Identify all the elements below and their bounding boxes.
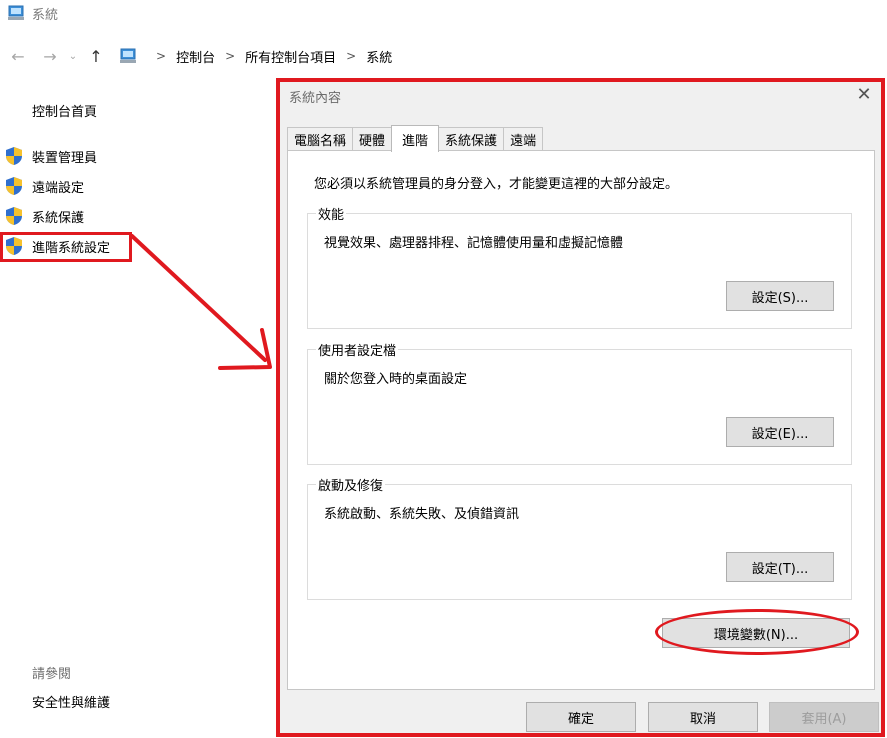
window-title: 系統 — [32, 7, 59, 23]
group-legend: 啟動及修復 — [316, 475, 386, 494]
user-profiles-settings-button[interactable]: 設定(E)... — [726, 417, 834, 447]
environment-variables-button[interactable]: 環境變數(N)... — [662, 618, 850, 648]
breadcrumb-control-panel[interactable]: 控制台 — [176, 47, 215, 66]
tab-system-protection[interactable]: 系統保護 — [438, 127, 505, 151]
admin-notice: 您必須以系統管理員的身分登入，才能變更這裡的大部分設定。 — [314, 177, 679, 192]
apply-button[interactable]: 套用(A) — [769, 702, 879, 732]
tab-remote[interactable]: 遠端 — [503, 127, 544, 151]
control-panel-home-link[interactable]: 控制台首頁 — [32, 101, 97, 120]
breadcrumb-separator: > — [346, 49, 357, 63]
left-nav-panel: 控制台首頁 裝置管理員 遠端設定 系統保護 進階系統設定 請參閱 安全性與維護 — [0, 80, 270, 738]
sidebar-item-system-protection[interactable]: 系統保護 — [4, 204, 84, 228]
recent-locations-chevron-icon[interactable]: ⌄ — [66, 44, 80, 68]
uac-shield-icon — [6, 147, 22, 165]
window-title-bar: 系統 — [0, 0, 887, 26]
group-legend: 效能 — [316, 204, 347, 223]
startup-recovery-settings-button[interactable]: 設定(T)... — [726, 552, 834, 582]
see-also-heading: 請參閱 — [32, 667, 72, 682]
cancel-button[interactable]: 取消 — [648, 702, 758, 732]
security-maintenance-link[interactable]: 安全性與維護 — [32, 692, 110, 711]
sidebar-item-device-manager[interactable]: 裝置管理員 — [4, 144, 97, 168]
performance-group: 效能 視覺效果、處理器排程、記憶體使用量和虛擬記憶體 設定(S)... — [307, 204, 852, 329]
advanced-tab-panel: 您必須以系統管理員的身分登入，才能變更這裡的大部分設定。 效能 視覺效果、處理器… — [287, 150, 875, 690]
sidebar-item-label: 裝置管理員 — [32, 150, 98, 166]
dialog-title: 系統內容 — [289, 91, 342, 106]
breadcrumb-separator: > — [225, 49, 236, 63]
back-arrow-icon[interactable]: ← — [6, 44, 30, 68]
system-properties-dialog: 系統內容 ✕ 電腦名稱 硬體 進階 系統保護 遠端 您必須以系統管理員的身分登入… — [278, 78, 884, 736]
up-arrow-icon[interactable]: ↑ — [84, 44, 108, 68]
sidebar-item-label: 遠端設定 — [32, 180, 85, 196]
forward-arrow-icon[interactable]: → — [38, 44, 62, 68]
performance-settings-button[interactable]: 設定(S)... — [726, 281, 834, 311]
startup-recovery-group: 啟動及修復 系統啟動、系統失敗、及偵錯資訊 設定(T)... — [307, 475, 852, 600]
sidebar-item-remote-settings[interactable]: 遠端設定 — [4, 174, 84, 198]
group-description: 關於您登入時的桌面設定 — [324, 372, 468, 387]
breadcrumb: > 控制台 > 所有控制台項目 > 系統 — [146, 47, 392, 66]
tab-hardware[interactable]: 硬體 — [352, 127, 393, 151]
system-computer-icon — [8, 5, 24, 20]
user-profiles-group: 使用者設定檔 關於您登入時的桌面設定 設定(E)... — [307, 340, 852, 465]
ok-button[interactable]: 確定 — [526, 702, 636, 732]
uac-shield-icon — [6, 177, 22, 195]
breadcrumb-all-items[interactable]: 所有控制台項目 — [245, 47, 336, 66]
breadcrumb-system[interactable]: 系統 — [366, 47, 392, 66]
close-icon[interactable]: ✕ — [853, 83, 875, 105]
dialog-tabs: 電腦名稱 硬體 進階 系統保護 遠端 — [287, 125, 544, 152]
sidebar-item-label: 系統保護 — [32, 210, 85, 226]
breadcrumb-separator: > — [156, 49, 167, 63]
annotation-highlight-box — [0, 232, 132, 262]
uac-shield-icon — [6, 207, 22, 225]
control-panel-icon — [120, 48, 136, 63]
address-bar: ← → ⌄ ↑ > 控制台 > 所有控制台項目 > 系統 — [0, 40, 887, 72]
tab-computer-name[interactable]: 電腦名稱 — [287, 127, 354, 151]
group-description: 視覺效果、處理器排程、記憶體使用量和虛擬記憶體 — [324, 236, 624, 251]
tab-advanced[interactable]: 進階 — [391, 125, 440, 152]
group-description: 系統啟動、系統失敗、及偵錯資訊 — [324, 507, 520, 522]
group-legend: 使用者設定檔 — [316, 340, 399, 359]
